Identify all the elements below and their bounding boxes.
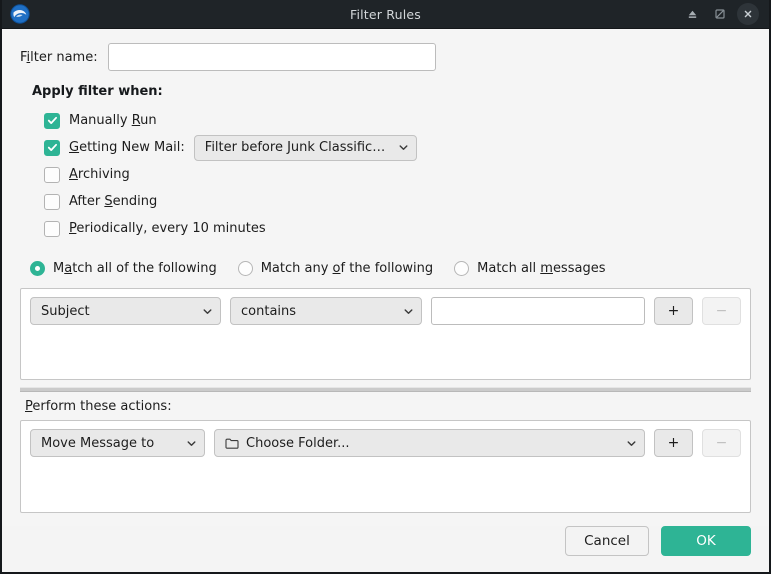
- checkbox-row-archiving[interactable]: Archiving: [44, 162, 751, 187]
- label-post: etting New Mail:: [79, 140, 185, 155]
- label-accel: A: [69, 167, 78, 182]
- checkbox-label-archiving: Archiving: [69, 167, 130, 182]
- radio-label-match-all-messages: Match all messages: [477, 261, 605, 276]
- checkbox-label-periodically: Periodically, every 10 minutes: [69, 221, 266, 236]
- apply-filter-heading: Apply filter when:: [32, 84, 751, 99]
- condition-value-input[interactable]: [431, 297, 645, 325]
- ok-button[interactable]: OK: [661, 526, 751, 556]
- checkbox-after-sending[interactable]: [44, 194, 60, 210]
- label-accel: o: [333, 261, 341, 276]
- actions-panel: Move Message to Choose Folder...: [20, 420, 751, 513]
- apply-filter-options: Manually Run Getting New Mail: Filter be…: [44, 108, 751, 243]
- checkbox-row-after-sending[interactable]: After Sending: [44, 189, 751, 214]
- label-post: rchiving: [78, 167, 130, 182]
- window-controls: [681, 3, 769, 25]
- dropdown-condition-field[interactable]: Subject: [30, 297, 221, 325]
- filter-rules-dialog: Filter Rules: [0, 0, 771, 574]
- thunderbird-icon: [7, 1, 33, 27]
- radio-match-any-following[interactable]: [238, 261, 253, 276]
- filter-name-row: Filter name:: [20, 43, 751, 71]
- checkbox-getting-new-mail[interactable]: [44, 140, 60, 156]
- dropdown-new-mail-timing[interactable]: Filter before Junk Classificat...: [194, 135, 417, 161]
- radio-row-match-all-following[interactable]: Match all of the following: [30, 261, 217, 276]
- close-icon[interactable]: [737, 3, 759, 25]
- cancel-button[interactable]: Cancel: [565, 526, 649, 556]
- radio-label-match-all-following: Match all of the following: [53, 261, 217, 276]
- dropdown-action-type-value: Move Message to: [41, 436, 154, 451]
- label-pre: Match any: [261, 261, 333, 276]
- chevron-down-icon: [178, 438, 197, 449]
- radio-label-match-any-following: Match any of the following: [261, 261, 433, 276]
- dialog-footer: Cancel OK: [2, 526, 769, 572]
- radio-row-match-all-messages[interactable]: Match all messages: [454, 261, 605, 276]
- chevron-down-icon: [618, 438, 637, 449]
- label-pre: Manually: [69, 113, 132, 128]
- checkbox-label-manually-run: Manually Run: [69, 113, 157, 128]
- label-pre: M: [53, 261, 64, 276]
- dropdown-condition-operator[interactable]: contains: [230, 297, 422, 325]
- folder-icon: [225, 437, 239, 450]
- checkbox-label-after-sending: After Sending: [69, 194, 157, 209]
- filter-name-input[interactable]: [108, 43, 436, 71]
- eject-icon[interactable]: [681, 3, 703, 25]
- checkbox-row-getting-new-mail[interactable]: Getting New Mail: Filter before Junk Cla…: [44, 135, 751, 160]
- dropdown-action-type[interactable]: Move Message to: [30, 429, 205, 457]
- remove-action-button: −: [702, 429, 741, 457]
- checkbox-archiving[interactable]: [44, 167, 60, 183]
- label-post: erform these actions:: [32, 399, 171, 414]
- condition-row: Subject contains + −: [30, 297, 741, 325]
- remove-condition-button: −: [702, 297, 741, 325]
- checkbox-row-periodically[interactable]: Periodically, every 10 minutes: [44, 216, 751, 241]
- filter-name-label: Filter name:: [20, 50, 98, 65]
- chevron-down-icon: [395, 306, 414, 317]
- dropdown-target-folder[interactable]: Choose Folder...: [214, 429, 645, 457]
- label-pre: After: [69, 194, 104, 209]
- chevron-down-icon: [390, 142, 409, 153]
- label-accel: R: [132, 113, 140, 128]
- dropdown-new-mail-timing-value: Filter before Junk Classificat...: [205, 140, 390, 155]
- panel-splitter[interactable]: [20, 387, 751, 392]
- chevron-down-icon: [194, 306, 213, 317]
- label-post: un: [140, 113, 156, 128]
- radio-match-all-messages[interactable]: [454, 261, 469, 276]
- checkbox-manually-run[interactable]: [44, 113, 60, 129]
- label-post: f the following: [341, 261, 434, 276]
- conditions-panel: Subject contains + −: [20, 288, 751, 380]
- match-mode-group: Match all of the following Match any of …: [30, 257, 751, 279]
- label-accel: m: [540, 261, 553, 276]
- label-post: eriodically, every 10 minutes: [76, 221, 265, 236]
- dropdown-condition-field-value: Subject: [41, 304, 90, 319]
- filter-name-label-post: lter name:: [30, 50, 97, 65]
- dropdown-condition-operator-value: contains: [241, 304, 296, 319]
- label-accel: a: [64, 261, 72, 276]
- label-post: essages: [553, 261, 606, 276]
- title-bar: Filter Rules: [2, 0, 769, 29]
- label-post: ending: [113, 194, 158, 209]
- label-accel: S: [104, 194, 112, 209]
- checkbox-periodically[interactable]: [44, 221, 60, 237]
- action-row: Move Message to Choose Folder...: [30, 429, 741, 457]
- perform-actions-heading: Perform these actions:: [25, 399, 751, 414]
- add-action-button[interactable]: +: [654, 429, 693, 457]
- radio-match-all-following[interactable]: [30, 261, 45, 276]
- radio-row-match-any-following[interactable]: Match any of the following: [238, 261, 433, 276]
- add-condition-button[interactable]: +: [654, 297, 693, 325]
- checkbox-label-getting-new-mail: Getting New Mail:: [69, 140, 185, 155]
- label-accel: G: [69, 140, 79, 155]
- label-pre: Match all: [477, 261, 540, 276]
- dropdown-target-folder-value: Choose Folder...: [246, 436, 350, 451]
- restore-icon[interactable]: [709, 3, 731, 25]
- dialog-content: Filter name: Apply filter when: Manually…: [2, 29, 769, 526]
- checkbox-row-manually-run[interactable]: Manually Run: [44, 108, 751, 133]
- label-post: tch all of the following: [72, 261, 217, 276]
- window-title: Filter Rules: [2, 7, 769, 22]
